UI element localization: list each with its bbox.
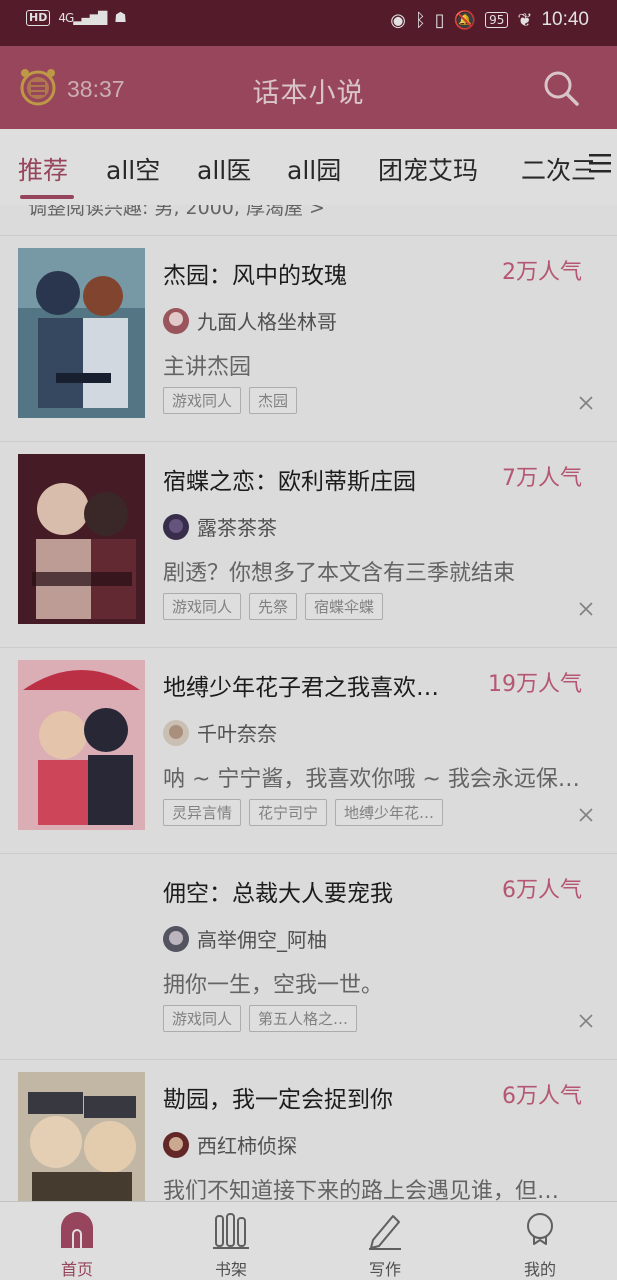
tag[interactable]: 地缚少年花… xyxy=(335,799,444,826)
author-row[interactable]: 千叶奈奈 xyxy=(163,718,277,747)
book-title[interactable]: 勘园，我一定会捉到你 xyxy=(163,1080,393,1114)
nav-bookshelf[interactable]: 书架 xyxy=(191,1210,271,1280)
author-row[interactable]: 九面人格坐林哥 xyxy=(163,306,337,335)
nav-write[interactable]: 写作 xyxy=(345,1210,425,1280)
hd-badge: HD xyxy=(26,10,51,26)
author-name: 西红柿侦探 xyxy=(197,1134,297,1158)
tag[interactable]: 游戏同人 xyxy=(163,1005,242,1032)
tab-tuanchong-aima[interactable]: 团宠艾玛 xyxy=(378,151,478,187)
mute-bell-icon: 🔕 xyxy=(453,9,477,31)
tag[interactable]: 游戏同人 xyxy=(163,387,242,414)
book-cover-image[interactable] xyxy=(18,660,145,830)
app-title: 话本小说 xyxy=(252,78,365,109)
battery-icon: 95 xyxy=(485,12,509,28)
book-description: 主讲杰园 xyxy=(163,355,252,380)
vibrate-icon: ▯ xyxy=(434,9,445,31)
popularity-count: 6万人气 xyxy=(502,1084,582,1109)
pen-icon xyxy=(369,1215,401,1250)
tag[interactable]: 游戏同人 xyxy=(163,593,242,620)
active-tab-indicator xyxy=(20,195,74,199)
nav-label: 写作 xyxy=(368,1260,401,1279)
category-tabs: 推荐 all空 all医 all园 团宠艾玛 二次三 xyxy=(0,129,617,205)
clock: 10:40 xyxy=(541,9,589,30)
book-cover-image[interactable] xyxy=(18,1072,145,1201)
book-card[interactable]: 佣空：总裁大人要宠我 6万人气 高举佣空_阿柚 拥你一生，空我一世。 游戏同人 … xyxy=(0,853,617,1059)
tag[interactable]: 灵异言情 xyxy=(163,799,242,826)
nav-label: 书架 xyxy=(214,1260,247,1279)
app-screen: HD 4G▂▄▆█ ☗ ◉ ᛒ ▯ 🔕 95 ❦ 10:40 38:37 话本小… xyxy=(0,0,617,1280)
status-right: ◉ ᛒ ▯ 🔕 95 ❦ 10:40 xyxy=(390,9,589,31)
profile-icon xyxy=(527,1213,553,1245)
popularity-count: 7万人气 xyxy=(502,466,582,491)
nav-label: 我的 xyxy=(523,1260,556,1279)
book-card[interactable]: 宿蝶之恋：欧利蒂斯庄园 7万人气 露茶茶茶 剧透？你想多了本文含有三季就结束 游… xyxy=(0,441,617,647)
book-description: 拥你一生，空我一世。 xyxy=(163,973,384,998)
tab-all-yuan[interactable]: all园 xyxy=(287,151,341,187)
popularity-count: 6万人气 xyxy=(502,878,582,903)
author-name: 九面人格坐林哥 xyxy=(197,310,337,334)
tag-list: 游戏同人 第五人格之… xyxy=(163,1005,358,1032)
bluetooth-icon: ᛒ xyxy=(414,9,426,31)
author-avatar xyxy=(163,1131,189,1158)
tag-list: 游戏同人 杰园 xyxy=(163,387,298,414)
cell-signal-icon: 4G▂▄▆█ xyxy=(58,11,107,25)
app-notification-icon: ☗ xyxy=(114,10,127,26)
book-list[interactable]: 调整阅读兴趣: 男, 2000, 厚渴屋 > 杰园：风中的玫瑰 2万人气 九面人… xyxy=(0,205,617,1201)
author-avatar xyxy=(163,925,189,952)
book-card[interactable]: 地缚少年花子君之我喜欢… 19万人气 千叶奈奈 呐 ~ 宁宁酱，我喜欢你哦 ~ … xyxy=(0,647,617,853)
popularity-count: 19万人气 xyxy=(488,672,582,697)
tag[interactable]: 宿蝶伞蝶 xyxy=(305,593,384,620)
close-icon[interactable] xyxy=(578,601,594,617)
author-name: 露茶茶茶 xyxy=(197,516,277,540)
home-icon xyxy=(61,1212,93,1248)
book-description: 我们不知道接下来的路上会遇见谁，但… xyxy=(163,1179,560,1201)
status-bar: HD 4G▂▄▆█ ☗ ◉ ᛒ ▯ 🔕 95 ❦ 10:40 xyxy=(0,0,617,46)
leaf-icon: ❦ xyxy=(517,9,533,31)
tag[interactable]: 第五人格之… xyxy=(249,1005,358,1032)
author-name: 千叶奈奈 xyxy=(197,722,277,746)
popularity-count: 2万人气 xyxy=(502,260,582,285)
close-icon[interactable] xyxy=(578,807,594,823)
author-row[interactable]: 西红柿侦探 xyxy=(163,1130,297,1159)
author-name: 高举佣空_阿柚 xyxy=(197,928,327,952)
nav-home[interactable]: 首页 xyxy=(37,1210,117,1280)
tab-recommend[interactable]: 推荐 xyxy=(18,151,68,187)
tag[interactable]: 杰园 xyxy=(249,387,298,414)
book-title[interactable]: 宿蝶之恋：欧利蒂斯庄园 xyxy=(163,462,416,496)
author-row[interactable]: 露茶茶茶 xyxy=(163,512,277,541)
author-avatar xyxy=(163,513,189,540)
tag[interactable]: 花宁司宁 xyxy=(249,799,328,826)
tab-all-yi[interactable]: all医 xyxy=(197,151,251,187)
book-title[interactable]: 地缚少年花子君之我喜欢… xyxy=(163,668,439,702)
search-icon[interactable] xyxy=(541,68,581,108)
tab-erci[interactable]: 二次三 xyxy=(521,151,596,187)
book-card[interactable]: 杰园：风中的玫瑰 2万人气 九面人格坐林哥 主讲杰园 游戏同人 杰园 xyxy=(0,235,617,441)
reading-interest-hint[interactable]: 调整阅读兴趣: 男, 2000, 厚渴屋 > xyxy=(28,205,325,220)
book-cover-image[interactable] xyxy=(18,454,145,624)
author-avatar xyxy=(163,719,189,746)
bookshelf-icon xyxy=(213,1213,249,1249)
eye-comfort-icon: ◉ xyxy=(390,9,406,31)
status-left: HD 4G▂▄▆█ ☗ xyxy=(26,10,127,26)
bottom-navigation: 首页 书架 写作 我的 xyxy=(0,1201,617,1280)
book-title[interactable]: 杰园：风中的玫瑰 xyxy=(163,256,347,290)
close-icon[interactable] xyxy=(578,1013,594,1029)
nav-label: 首页 xyxy=(60,1260,93,1279)
book-card[interactable]: 勘园，我一定会捉到你 6万人气 西红柿侦探 我们不知道接下来的路上会遇见谁，但… xyxy=(0,1059,617,1201)
tab-all-kong[interactable]: all空 xyxy=(106,151,160,187)
app-header: 38:37 话本小说 xyxy=(0,46,617,129)
book-description: 呐 ~ 宁宁酱，我喜欢你哦 ~ 我会永远保… xyxy=(163,767,580,792)
author-row[interactable]: 高举佣空_阿柚 xyxy=(163,924,327,953)
author-avatar xyxy=(163,307,189,334)
book-title[interactable]: 佣空：总裁大人要宠我 xyxy=(163,874,393,908)
book-cover-image[interactable] xyxy=(18,248,145,418)
menu-icon[interactable] xyxy=(587,150,613,176)
nav-profile[interactable]: 我的 xyxy=(500,1210,580,1280)
tag[interactable]: 先祭 xyxy=(249,593,298,620)
tag-list: 游戏同人 先祭 宿蝶伞蝶 xyxy=(163,593,384,620)
tag-list: 灵异言情 花宁司宁 地缚少年花… xyxy=(163,799,444,826)
book-description: 剧透？你想多了本文含有三季就结束 xyxy=(163,561,516,586)
close-icon[interactable] xyxy=(578,395,594,411)
